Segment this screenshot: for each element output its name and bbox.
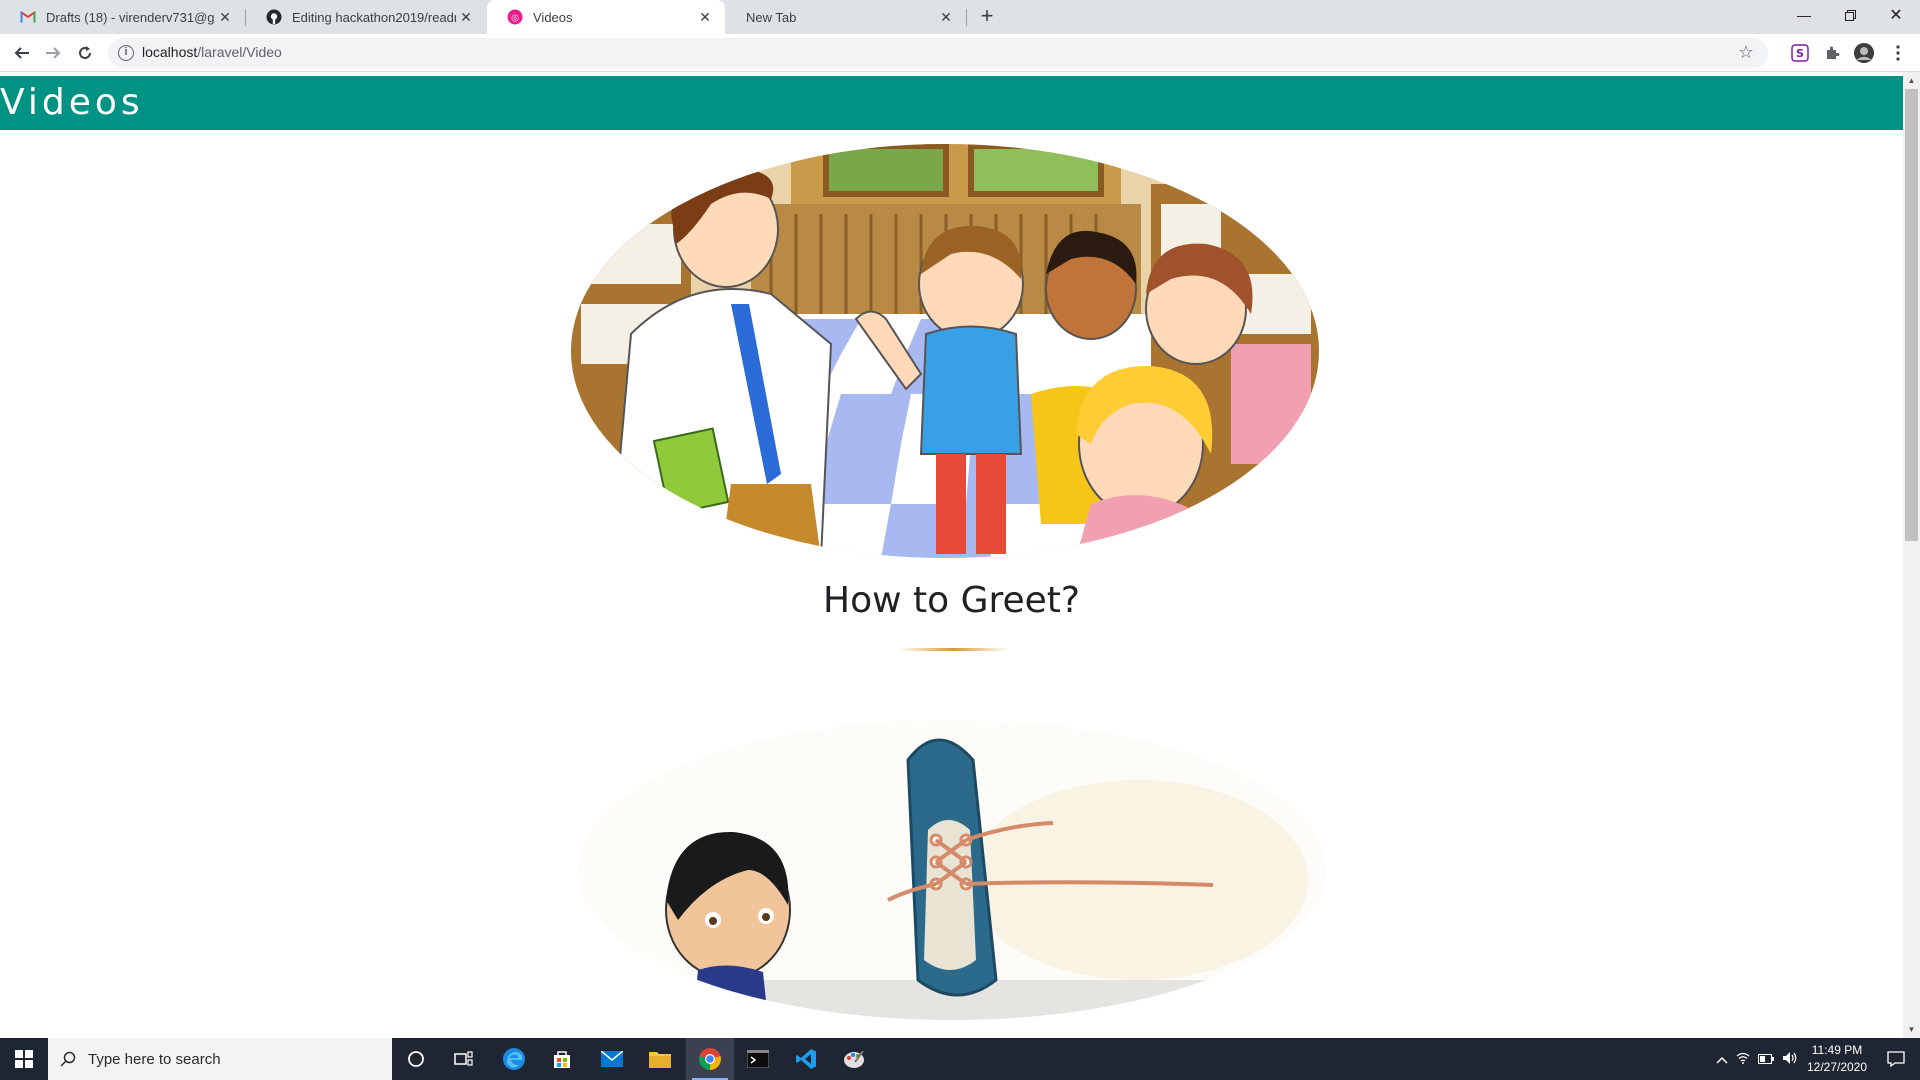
battery-icon[interactable] [1758,1052,1774,1067]
address-bar[interactable]: i localhost/laravel/Video ☆ [108,38,1768,68]
page-header: Videos [0,76,1903,130]
edge-browser-icon[interactable] [490,1038,538,1080]
cortana-icon[interactable] [392,1038,440,1080]
search-icon [48,1051,88,1067]
tab-gmail-drafts[interactable]: Drafts (18) - virenderv731@gmail ✕ [0,0,245,34]
classroom-greeting-illustration [571,144,1319,558]
video-thumbnail[interactable] [571,144,1319,558]
clock-date: 12/27/2020 [1806,1060,1868,1074]
bookmark-star-icon[interactable]: ☆ [1738,42,1754,63]
scroll-down-arrow[interactable]: ▼ [1903,1021,1920,1038]
chrome-icon[interactable] [686,1038,734,1080]
profile-avatar[interactable] [1854,43,1874,63]
tab-title: Drafts (18) - virenderv731@gmail [46,9,215,25]
clock-time: 11:49 PM [1811,1043,1863,1057]
windows-taskbar: Type here to search 11:49 PM 12/27/2020 [0,1038,1920,1080]
mail-icon[interactable] [588,1038,636,1080]
tab-strip: Drafts (18) - virenderv731@gmail ✕ Editi… [0,0,1920,34]
tab-separator [966,9,967,26]
video-thumbnail[interactable] [578,720,1326,1020]
tab-title: Videos [533,9,573,25]
extension-s-icon[interactable]: S [1790,43,1810,63]
svg-text:◎: ◎ [511,14,519,24]
page-title: Videos [0,82,144,123]
browser-menu-icon[interactable] [1888,43,1908,63]
volume-icon[interactable] [1782,1051,1798,1068]
reload-button[interactable] [73,41,97,65]
action-center-icon[interactable] [1872,1038,1920,1080]
windows-logo-icon [15,1050,33,1068]
forward-button[interactable] [41,41,65,65]
task-view-icon[interactable] [440,1038,488,1080]
close-icon[interactable]: ✕ [456,7,476,27]
shoe-lace-tying-illustration [578,720,1326,1020]
wifi-icon[interactable] [1736,1052,1750,1067]
tab-title: New Tab [746,9,797,25]
page-scrollbar[interactable]: ▲ ▼ [1903,72,1920,1038]
tab-title: Editing hackathon2019/readme at [292,9,456,25]
restore-button[interactable] [1827,0,1873,30]
start-button[interactable] [0,1038,48,1080]
url-text: localhost/laravel/Video [142,44,282,60]
video-card[interactable] [0,720,1903,1038]
chevron-up-icon[interactable] [1716,1052,1728,1067]
search-placeholder: Type here to search [88,1050,221,1068]
title-divider [898,648,1008,651]
close-icon[interactable]: ✕ [936,7,956,27]
info-icon[interactable]: i [118,45,134,61]
file-explorer-icon[interactable] [636,1038,684,1080]
scroll-up-arrow[interactable]: ▲ [1903,72,1920,89]
browser-toolbar: i localhost/laravel/Video ☆ S [0,34,1920,72]
gmail-icon [20,9,36,25]
terminal-icon[interactable] [734,1038,782,1080]
taskbar-search-box[interactable]: Type here to search [48,1038,392,1080]
url-path: /laravel/Video [197,44,282,60]
video-card[interactable]: How to Greet? [0,144,1903,744]
close-window-button[interactable]: ✕ [1873,0,1919,30]
url-host: localhost [142,44,198,60]
extensions-puzzle-icon[interactable] [1822,43,1842,63]
scroll-thumb[interactable] [1905,89,1918,541]
system-clock[interactable]: 11:49 PM 12/27/2020 [1802,1042,1872,1076]
new-tab-button[interactable]: + [975,5,999,29]
github-icon [266,9,282,25]
close-icon[interactable]: ✕ [215,7,235,27]
store-icon[interactable] [538,1038,586,1080]
video-title[interactable]: How to Greet? [0,580,1903,621]
site-icon: ◎ [507,9,523,25]
vscode-icon[interactable] [782,1038,830,1080]
minimize-button[interactable]: — [1781,0,1827,30]
tab-github-readme[interactable]: Editing hackathon2019/readme at ✕ [246,0,486,34]
tab-new-tab[interactable]: New Tab ✕ [726,0,966,34]
paint-icon[interactable] [830,1038,878,1080]
tab-videos[interactable]: ◎ Videos ✕ [487,0,725,34]
svg-text:S: S [1796,47,1804,60]
system-tray [1712,1038,1802,1080]
back-button[interactable] [10,41,34,65]
close-icon[interactable]: ✕ [695,7,715,27]
page-viewport: Videos How to Greet? [0,72,1903,1038]
